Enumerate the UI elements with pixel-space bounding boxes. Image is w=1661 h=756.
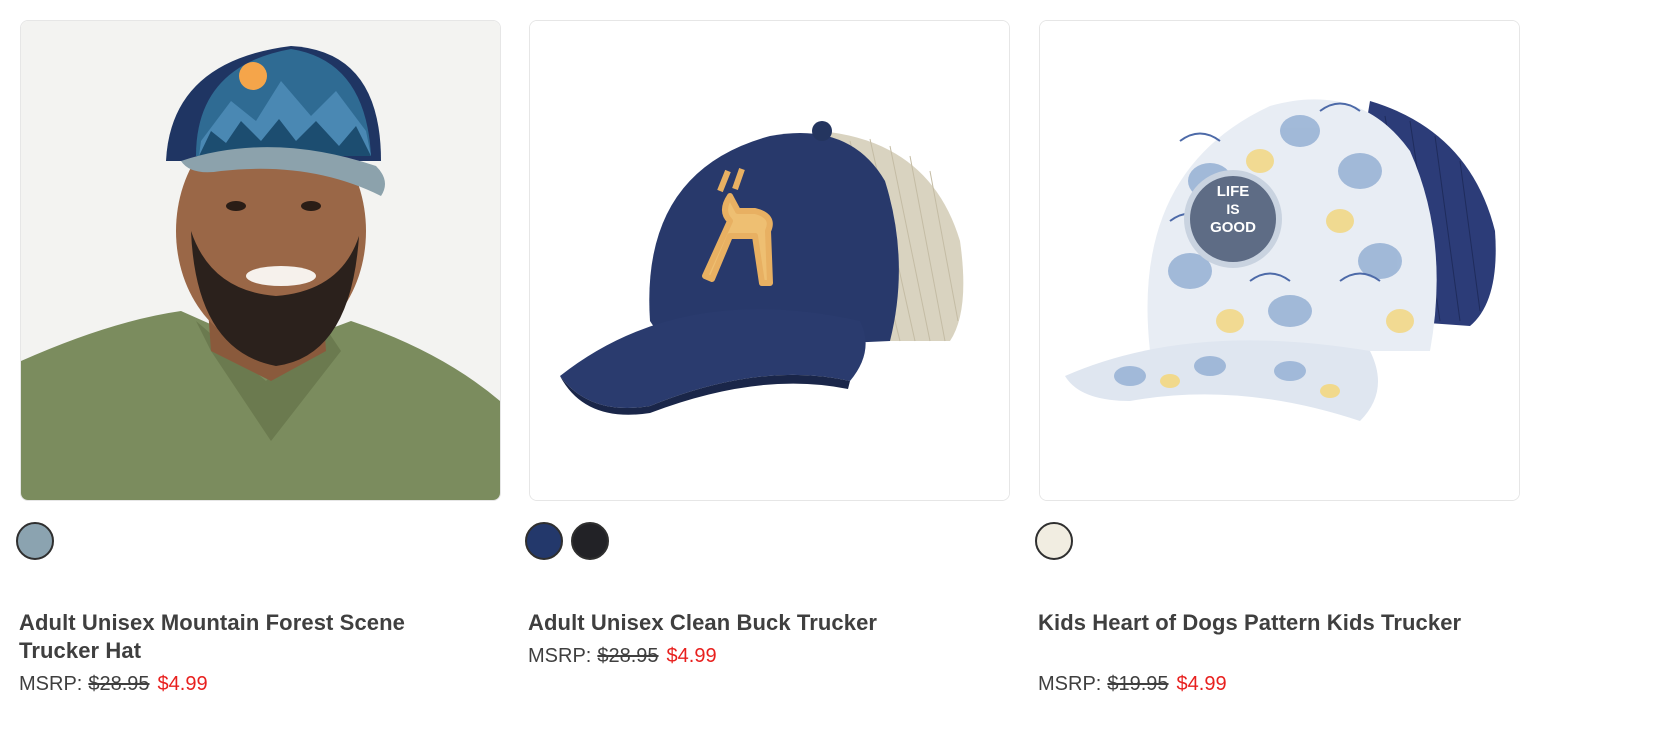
msrp-label: MSRP: bbox=[528, 645, 592, 667]
product-title[interactable]: Adult Unisex Mountain Forest Scene Truck… bbox=[19, 609, 449, 665]
color-swatch[interactable] bbox=[1035, 522, 1073, 560]
msrp-label: MSRP: bbox=[1038, 673, 1102, 695]
product-image bbox=[530, 21, 1009, 500]
price-row: MSRP: $19.95 $4.99 bbox=[1038, 672, 1227, 696]
sale-price: $4.99 bbox=[666, 645, 717, 667]
patch-text: LIFE bbox=[1217, 183, 1250, 200]
patch-text: IS bbox=[1226, 201, 1239, 217]
product-card[interactable]: Adult Unisex Clean Buck Trucker MSRP: $28… bbox=[525, 20, 1010, 667]
patch-text: GOOD bbox=[1210, 219, 1256, 236]
product-card[interactable]: Adult Unisex Mountain Forest Scene Truck… bbox=[16, 20, 501, 695]
color-swatch[interactable] bbox=[16, 522, 54, 560]
original-price: $19.95 bbox=[1107, 673, 1169, 695]
product-title[interactable]: Kids Heart of Dogs Pattern Kids Trucker bbox=[1038, 609, 1468, 637]
color-swatches bbox=[525, 522, 609, 560]
original-price: $28.95 bbox=[597, 645, 659, 667]
product-image: LIFE IS GOOD bbox=[1040, 21, 1519, 500]
product-image-link[interactable] bbox=[20, 20, 501, 501]
color-swatch[interactable] bbox=[525, 522, 563, 560]
product-image-link[interactable]: LIFE IS GOOD bbox=[1039, 20, 1520, 501]
original-price: $28.95 bbox=[88, 673, 150, 695]
price-row: MSRP: $28.95 $4.99 bbox=[528, 644, 717, 668]
color-swatches bbox=[16, 522, 54, 560]
sale-price: $4.99 bbox=[157, 673, 208, 695]
color-swatches bbox=[1035, 522, 1073, 560]
product-image-link[interactable] bbox=[529, 20, 1010, 501]
color-swatch[interactable] bbox=[571, 522, 609, 560]
msrp-label: MSRP: bbox=[19, 673, 83, 695]
product-image bbox=[21, 21, 500, 500]
product-title[interactable]: Adult Unisex Clean Buck Trucker bbox=[528, 609, 958, 637]
product-card[interactable]: LIFE IS GOOD Kids Heart of Dogs Pattern … bbox=[1035, 20, 1520, 695]
sale-price: $4.99 bbox=[1176, 673, 1227, 695]
price-row: MSRP: $28.95 $4.99 bbox=[19, 672, 208, 696]
